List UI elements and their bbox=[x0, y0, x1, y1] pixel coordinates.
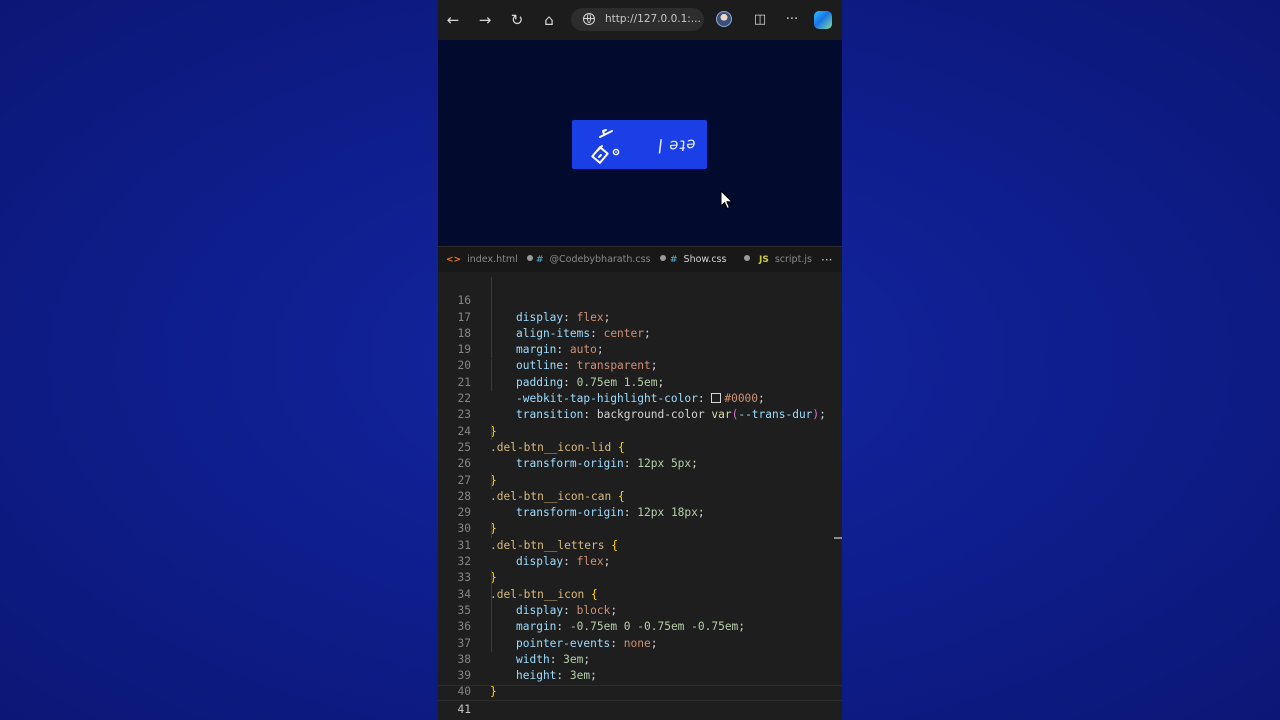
code-line: 27 .del-btn__icon-can { bbox=[438, 456, 842, 503]
tab-script-js[interactable]: JS script.js bbox=[759, 247, 812, 273]
js-file-icon: JS bbox=[759, 255, 769, 265]
code-line: 28 transform-origin: 12px 18px; bbox=[438, 472, 842, 519]
indent-guide bbox=[491, 472, 492, 489]
code-line: 38 height: 3em; bbox=[438, 635, 842, 682]
code-editor[interactable]: 16 display: flex; 17 align-items: center… bbox=[438, 272, 842, 720]
scrollbar-marker bbox=[834, 537, 842, 539]
back-icon[interactable]: ← bbox=[441, 8, 465, 32]
code-line: 33 .del-btn__icon { bbox=[438, 554, 842, 600]
more-tabs-icon[interactable]: ··· bbox=[821, 247, 832, 273]
code-line: 24 .del-btn__icon-lid { bbox=[438, 407, 842, 454]
tab-label: index.html bbox=[467, 254, 518, 265]
code-line: 39 } bbox=[438, 652, 842, 698]
indent-guide bbox=[491, 635, 492, 652]
indent-guide bbox=[491, 342, 492, 359]
browser-toolbar: ← → ↻ ⌂ http://127.0.0.1:... ◫ ··· bbox=[438, 0, 842, 40]
trash-can-icon bbox=[591, 129, 620, 164]
indent-guide bbox=[491, 619, 492, 636]
indent-guide bbox=[491, 374, 492, 392]
indent-guide bbox=[491, 325, 492, 343]
url-text: http://127.0.0.1:... bbox=[605, 13, 701, 25]
indent-guide bbox=[491, 570, 492, 587]
reload-icon[interactable]: ↻ bbox=[505, 8, 529, 32]
app-frame: ← → ↻ ⌂ http://127.0.0.1:... ◫ ··· ǀ ǝʇǝ… bbox=[438, 0, 842, 720]
indent-guide bbox=[491, 521, 492, 538]
indent-guide bbox=[491, 309, 492, 326]
profile-avatar-icon[interactable] bbox=[716, 11, 732, 27]
code-line: 19 outline: transparent; bbox=[438, 325, 842, 372]
code-line: 31 display: flex; bbox=[438, 521, 842, 568]
code-line: 16 display: flex; bbox=[438, 277, 842, 324]
page-preview: ǀ ǝʇǝ bbox=[438, 40, 842, 246]
tab-index-html[interactable]: <> index.html bbox=[446, 247, 533, 273]
indent-guide bbox=[491, 358, 492, 375]
home-icon[interactable]: ⌂ bbox=[537, 8, 561, 32]
indent-guide bbox=[491, 603, 492, 620]
code-line: 30 .del-btn__letters { bbox=[438, 505, 842, 551]
code-line: 37 width: 3em; bbox=[438, 619, 842, 666]
code-line: 36 pointer-events: none; bbox=[438, 603, 842, 650]
tab-label: Show.css bbox=[683, 254, 727, 265]
unsaved-dot-icon bbox=[744, 255, 751, 261]
code-line: 40 bbox=[457, 685, 471, 699]
css-file-icon: # bbox=[670, 255, 678, 265]
tab-codebybharath-css[interactable]: # @Codebybharath.css bbox=[536, 247, 666, 273]
code-line: 26 } bbox=[438, 440, 842, 486]
unsaved-dot-icon bbox=[526, 255, 533, 261]
indent-guide bbox=[491, 293, 492, 310]
delete-button[interactable]: ǀ ǝʇǝ bbox=[572, 120, 707, 169]
code-line: 29 } bbox=[438, 489, 842, 535]
tab-label: script.js bbox=[774, 254, 812, 265]
mouse-cursor-icon bbox=[720, 190, 734, 210]
code-line: 18 margin: auto; bbox=[438, 309, 842, 356]
code-line: 25 transform-origin: 12px 5px; bbox=[438, 423, 842, 470]
code-line: 23 } bbox=[438, 391, 842, 437]
forward-icon[interactable]: → bbox=[473, 8, 497, 32]
code-line: 22 transition: background-color var(--tr… bbox=[438, 374, 842, 421]
more-options-icon[interactable]: ··· bbox=[780, 8, 804, 32]
code-line: 35 margin: -0.75em 0 -0.75em -0.75em; bbox=[438, 586, 842, 633]
code-line: 20 padding: 0.75em 1.5em; bbox=[438, 342, 842, 389]
delete-button-letters: ǀ ǝʇǝ bbox=[657, 133, 698, 155]
tab-show-css[interactable]: # Show.css bbox=[670, 247, 751, 273]
editor-tabs: <> index.html # @Codebybharath.css # Show.c… bbox=[438, 246, 842, 272]
copilot-icon[interactable] bbox=[814, 11, 832, 29]
address-bar[interactable]: http://127.0.0.1:... bbox=[571, 8, 704, 31]
unsaved-dot-icon bbox=[659, 255, 666, 261]
indent-guide bbox=[491, 423, 492, 440]
html-file-icon: <> bbox=[446, 255, 462, 265]
globe-icon bbox=[583, 13, 595, 25]
indent-guide bbox=[491, 277, 492, 294]
code-line: 21 -webkit-tap-highlight-color: #0000; bbox=[438, 358, 842, 405]
indent-guide bbox=[491, 586, 492, 603]
code-line: 17 align-items: center; bbox=[438, 293, 842, 340]
css-file-icon: # bbox=[536, 255, 544, 265]
tab-label: @Codebybharath.css bbox=[549, 254, 651, 265]
split-screen-icon[interactable]: ◫ bbox=[748, 8, 772, 32]
code-line: 34 display: block; bbox=[438, 570, 842, 617]
code-line: 32 } bbox=[438, 538, 842, 584]
current-code-line[interactable]: 41 bbox=[438, 684, 842, 716]
